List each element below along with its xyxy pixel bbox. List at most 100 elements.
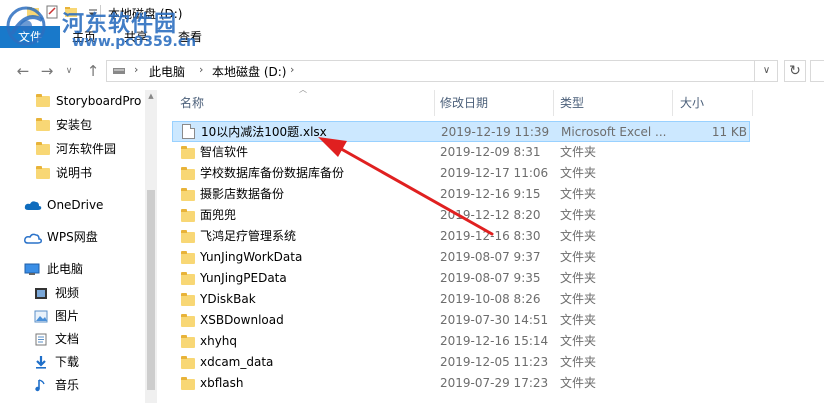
video-icon bbox=[35, 288, 47, 299]
column-header-date[interactable]: 修改日期 bbox=[440, 90, 488, 116]
folder-icon bbox=[36, 94, 50, 107]
address-bar[interactable] bbox=[106, 60, 778, 82]
column-divider[interactable] bbox=[553, 90, 554, 116]
watermark-url: www.pc0359.cn bbox=[72, 34, 197, 50]
sidebar-item-label: 安装包 bbox=[56, 118, 93, 132]
column-header-size[interactable]: 大小 bbox=[680, 90, 704, 116]
file-date: 2019-07-30 14:51 bbox=[440, 313, 549, 327]
file-type: Microsoft Excel ... bbox=[561, 125, 667, 139]
file-size bbox=[672, 142, 746, 163]
folder-icon bbox=[181, 230, 195, 243]
file-size bbox=[672, 247, 746, 268]
folder-row[interactable]: XSBDownload 2019-07-30 14:51 文件夹 bbox=[172, 310, 750, 331]
breadcrumb-this-pc[interactable]: 此电脑 bbox=[149, 63, 185, 80]
sidebar-item-label: 河东软件园 bbox=[56, 142, 117, 156]
folder-icon bbox=[181, 209, 195, 222]
document-icon bbox=[35, 333, 47, 346]
address-dropdown-button[interactable]: ∨ bbox=[754, 60, 778, 82]
download-icon bbox=[36, 356, 46, 369]
folder-icon bbox=[181, 314, 195, 327]
sidebar-item-label: 此电脑 bbox=[47, 262, 84, 276]
scroll-up-arrow[interactable]: ▲ bbox=[145, 90, 157, 102]
file-size bbox=[672, 373, 746, 394]
folder-row[interactable]: 面兜兜 2019-12-12 8:20 文件夹 bbox=[172, 205, 750, 226]
file-name: 飞鸿足疗管理系统 bbox=[200, 229, 297, 243]
file-size bbox=[672, 163, 746, 184]
folder-icon bbox=[181, 335, 195, 348]
file-date: 2019-12-16 9:15 bbox=[440, 187, 541, 201]
file-date: 2019-12-12 8:20 bbox=[440, 208, 541, 222]
breadcrumb-separator: › bbox=[199, 63, 204, 76]
column-divider[interactable] bbox=[752, 90, 753, 116]
folder-icon bbox=[36, 166, 50, 179]
file-size: 11 KB bbox=[711, 125, 747, 139]
sidebar-item-label: 文档 bbox=[55, 332, 80, 346]
sort-indicator-icon: ︿ bbox=[299, 85, 307, 94]
file-date: 2019-12-16 8:30 bbox=[440, 229, 541, 243]
file-date: 2019-10-08 8:26 bbox=[440, 292, 541, 306]
forward-button[interactable]: → bbox=[38, 60, 56, 82]
cloud-icon bbox=[24, 233, 42, 244]
folder-row[interactable]: 摄影店数据备份 2019-12-16 9:15 文件夹 bbox=[172, 184, 750, 205]
column-header-name[interactable]: 名称 bbox=[180, 90, 204, 116]
file-size bbox=[672, 352, 746, 373]
sidebar-item-label: 视频 bbox=[55, 286, 80, 300]
file-date: 2019-07-29 17:23 bbox=[440, 376, 549, 390]
sidebar-item-label: WPS网盘 bbox=[47, 230, 98, 244]
folder-icon bbox=[181, 251, 195, 264]
file-name: 智信软件 bbox=[200, 145, 249, 159]
file-size bbox=[672, 289, 746, 310]
folder-icon bbox=[181, 167, 195, 180]
onedrive-icon bbox=[24, 201, 42, 210]
file-type: 文件夹 bbox=[560, 145, 597, 159]
file-size bbox=[672, 205, 746, 226]
back-button[interactable]: ← bbox=[14, 60, 32, 82]
file-name: xdcam_data bbox=[200, 355, 274, 369]
breadcrumb-separator: › bbox=[290, 63, 295, 76]
folder-icon bbox=[36, 142, 50, 155]
folder-row[interactable]: 智信软件 2019-12-09 8:31 文件夹 bbox=[172, 142, 750, 163]
refresh-button[interactable]: ↻ bbox=[784, 60, 806, 82]
sidebar-scroll-thumb[interactable] bbox=[147, 190, 155, 390]
file-type: 文件夹 bbox=[560, 376, 597, 390]
folder-row[interactable]: YunJingPEData 2019-08-07 9:35 文件夹 bbox=[172, 268, 750, 289]
file-type: 文件夹 bbox=[560, 313, 597, 327]
file-date: 2019-12-17 11:06 bbox=[440, 166, 549, 180]
search-box[interactable] bbox=[810, 60, 824, 82]
folder-icon bbox=[181, 272, 195, 285]
file-type: 文件夹 bbox=[560, 271, 597, 285]
folder-row[interactable]: 学校数据库备份数据库备份 2019-12-17 11:06 文件夹 bbox=[172, 163, 750, 184]
file-type: 文件夹 bbox=[560, 208, 597, 222]
file-name: 学校数据库备份数据库备份 bbox=[200, 166, 345, 180]
file-type: 文件夹 bbox=[560, 334, 597, 348]
folder-row[interactable]: xdcam_data 2019-12-05 11:23 文件夹 bbox=[172, 352, 750, 373]
file-name: YunJingPEData bbox=[200, 271, 287, 285]
file-date: 2019-12-19 11:39 bbox=[441, 125, 550, 139]
column-divider[interactable] bbox=[672, 90, 673, 116]
breadcrumb-separator: › bbox=[134, 63, 139, 76]
file-row[interactable]: 10以内减法100题.xlsx 2019-12-19 11:39 Microsoft… bbox=[172, 121, 750, 142]
file-size bbox=[672, 331, 746, 352]
folder-row[interactable]: 飞鸿足疗管理系统 2019-12-16 8:30 文件夹 bbox=[172, 226, 750, 247]
column-divider[interactable] bbox=[434, 90, 435, 116]
folder-icon bbox=[181, 377, 195, 390]
folder-icon bbox=[36, 118, 50, 131]
file-name: xhyhq bbox=[200, 334, 238, 348]
folder-row[interactable]: YDiskBak 2019-10-08 8:26 文件夹 bbox=[172, 289, 750, 310]
folder-row[interactable]: YunJingWorkData 2019-08-07 9:37 文件夹 bbox=[172, 247, 750, 268]
recent-locations-button[interactable]: ∨ bbox=[60, 60, 78, 82]
folder-row[interactable]: xhyhq 2019-12-16 15:14 文件夹 bbox=[172, 331, 750, 352]
watermark-logo bbox=[6, 6, 46, 46]
file-size bbox=[672, 268, 746, 289]
file-date: 2019-08-07 9:35 bbox=[440, 271, 541, 285]
folder-icon bbox=[181, 293, 195, 306]
column-header-type[interactable]: 类型 bbox=[560, 90, 584, 116]
file-date: 2019-12-16 15:14 bbox=[440, 334, 549, 348]
music-icon bbox=[35, 379, 45, 392]
breadcrumb-drive-d[interactable]: 本地磁盘 (D:) bbox=[212, 63, 286, 80]
up-button[interactable]: ↑ bbox=[84, 60, 102, 82]
folder-row[interactable]: xbflash 2019-07-29 17:23 文件夹 bbox=[172, 373, 750, 394]
file-date: 2019-12-05 11:23 bbox=[440, 355, 549, 369]
sidebar-item-label: 音乐 bbox=[55, 378, 80, 392]
file-name: 面兜兜 bbox=[200, 208, 237, 222]
